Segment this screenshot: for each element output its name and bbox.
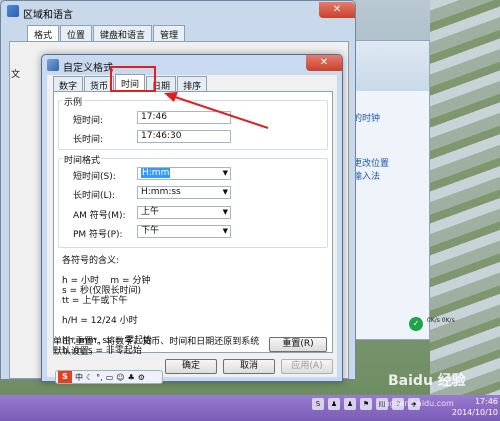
punctuation-icon[interactable]: °,	[96, 373, 103, 382]
clock-time: 17:46	[474, 397, 498, 406]
ime-mode[interactable]: 中	[75, 372, 83, 383]
moon-icon[interactable]: ☾	[86, 373, 93, 382]
clock-date: 2014/10/10	[451, 408, 498, 417]
users-icon[interactable]: ♟	[328, 398, 340, 410]
taskbar-clock[interactable]: 17:46 2014/10/10	[450, 396, 498, 418]
users-icon[interactable]: ♟	[344, 398, 356, 410]
tools-icon[interactable]: ⚙	[138, 373, 145, 382]
annotation-arrow	[164, 92, 269, 129]
watermark-url: jingyan.baidu.com	[380, 399, 454, 408]
ime-toolbar[interactable]: S 中 ☾ °, ▭ ☺ ♣ ⚙	[55, 370, 163, 384]
flag-icon[interactable]: ⚑	[360, 398, 372, 410]
user-icon[interactable]: ☺	[116, 373, 124, 382]
keyboard-icon[interactable]: ▭	[106, 373, 114, 382]
sogou-logo: S	[58, 371, 72, 383]
skin-icon[interactable]: ♣	[128, 373, 135, 382]
baidu-watermark: Baidu 经验	[388, 373, 466, 389]
sogou-tray-icon[interactable]: S	[312, 398, 324, 410]
